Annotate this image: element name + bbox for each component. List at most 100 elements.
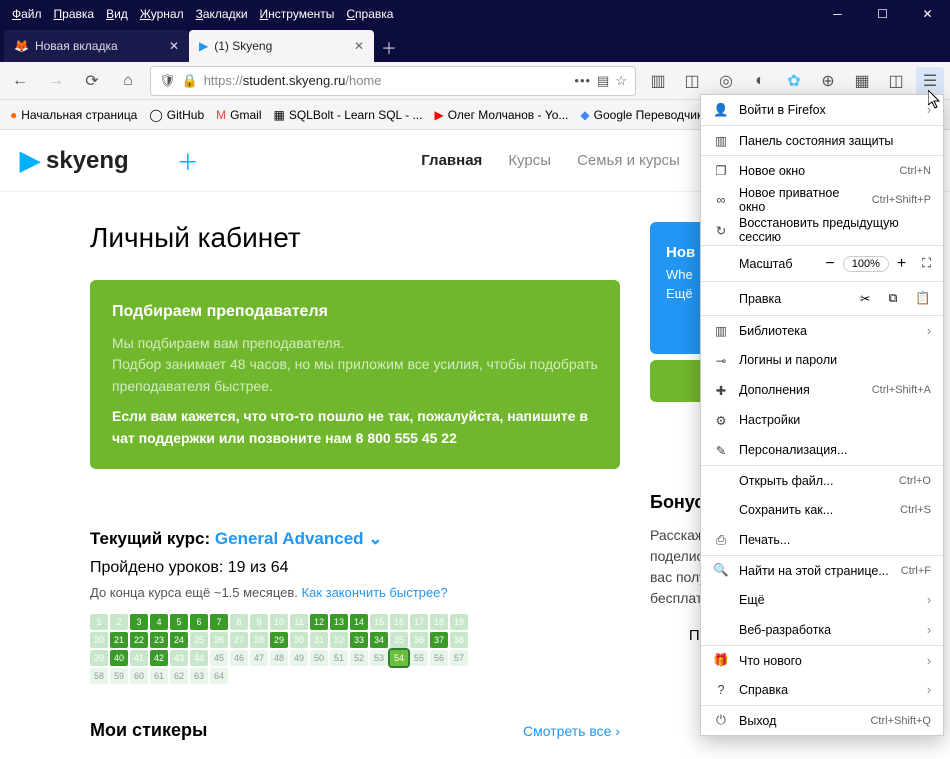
bookmark-item[interactable]: ▦SQLBolt - Learn SQL - ... <box>270 106 427 124</box>
bookmark-item[interactable]: ▶Олег Молчанов - Yo... <box>430 106 572 124</box>
ext-icon[interactable]: ◎ <box>712 67 740 95</box>
bookmark-item[interactable]: ◯GitHub <box>145 106 208 124</box>
lesson-cell[interactable]: 23 <box>150 632 168 648</box>
lesson-cell[interactable]: 12 <box>310 614 328 630</box>
ext-icon[interactable]: ▦ <box>848 67 876 95</box>
menu-settings[interactable]: ⚙ Настройки <box>701 405 943 435</box>
menu-help[interactable]: ? Справка › <box>701 675 943 705</box>
menu-item[interactable]: Правка <box>50 5 99 23</box>
lesson-cell[interactable]: 26 <box>210 632 228 648</box>
library-icon[interactable]: ▥ <box>644 67 672 95</box>
copy-icon[interactable]: ⧉ <box>888 291 897 306</box>
menu-whats-new[interactable]: 🎁 Что нового › <box>701 645 943 675</box>
lesson-cell[interactable]: 47 <box>250 650 268 666</box>
zoom-out-button[interactable]: − <box>825 255 834 273</box>
forward-button[interactable]: → <box>42 67 70 95</box>
lesson-cell[interactable]: 24 <box>170 632 188 648</box>
lesson-cell[interactable]: 19 <box>450 614 468 630</box>
lesson-cell[interactable]: 10 <box>270 614 288 630</box>
lesson-cell[interactable]: 25 <box>190 632 208 648</box>
lesson-cell[interactable]: 21 <box>110 632 128 648</box>
nav-courses[interactable]: Курсы <box>508 152 551 170</box>
menu-customize[interactable]: ✎ Персонализация... <box>701 435 943 465</box>
lesson-cell[interactable]: 18 <box>430 614 448 630</box>
menu-addons[interactable]: ✚ Дополнения Ctrl+Shift+A <box>701 375 943 405</box>
view-all-link[interactable]: Смотреть все › <box>523 723 620 739</box>
menu-library[interactable]: ▥ Библиотека › <box>701 315 943 345</box>
cut-icon[interactable]: ✂ <box>860 291 870 306</box>
lesson-cell[interactable]: 3 <box>130 614 148 630</box>
close-button[interactable]: ✕ <box>905 0 950 28</box>
new-tab-button[interactable]: ＋ <box>374 32 404 62</box>
lesson-cell[interactable]: 38 <box>450 632 468 648</box>
menu-item[interactable]: Справка <box>342 5 397 23</box>
zoom-value[interactable]: 100% <box>843 256 889 272</box>
back-button[interactable]: ← <box>6 67 34 95</box>
lesson-cell[interactable]: 33 <box>350 632 368 648</box>
lesson-cell[interactable]: 57 <box>450 650 468 666</box>
menu-signin[interactable]: 👤 Войти в Firefox › <box>701 95 943 125</box>
lesson-cell[interactable]: 8 <box>230 614 248 630</box>
lesson-cell[interactable]: 30 <box>290 632 308 648</box>
lesson-cell[interactable]: 39 <box>90 650 108 666</box>
menu-find[interactable]: 🔍 Найти на этой странице... Ctrl+F <box>701 555 943 585</box>
lesson-cell[interactable]: 63 <box>190 668 208 684</box>
bookmark-star-icon[interactable]: ☆ <box>615 73 627 89</box>
bookmark-item[interactable]: ●Начальная страница <box>6 106 141 124</box>
lesson-cell[interactable]: 1 <box>90 614 108 630</box>
menu-item[interactable]: Файл <box>8 5 46 23</box>
lesson-cell[interactable]: 9 <box>250 614 268 630</box>
lesson-cell[interactable]: 59 <box>110 668 128 684</box>
lesson-cell[interactable]: 51 <box>330 650 348 666</box>
menubar[interactable]: ФайлПравкаВидЖурналЗакладкиИнструментыСп… <box>8 5 397 23</box>
zoom-in-button[interactable]: + <box>897 255 906 273</box>
lesson-cell[interactable]: 43 <box>170 650 188 666</box>
menu-item[interactable]: Журнал <box>136 5 188 23</box>
menu-logins[interactable]: ⊸ Логины и пароли <box>701 345 943 375</box>
menu-exit[interactable]: ⏻ Выход Ctrl+Shift+Q <box>701 705 943 735</box>
lesson-cell[interactable]: 64 <box>210 668 228 684</box>
lesson-cell[interactable]: 13 <box>330 614 348 630</box>
bookmark-item[interactable]: ◆Google Переводчик <box>576 106 706 124</box>
shield-icon[interactable]: 🛡 <box>159 73 176 89</box>
lesson-cell[interactable]: 45 <box>210 650 228 666</box>
lock-icon[interactable]: 🔒 <box>182 73 198 89</box>
lesson-cell[interactable]: 41 <box>130 650 148 666</box>
lesson-cell[interactable]: 15 <box>370 614 388 630</box>
course-name-link[interactable]: General Advanced ⌄ <box>215 529 383 548</box>
lesson-cell[interactable]: 46 <box>230 650 248 666</box>
lesson-cell[interactable]: 44 <box>190 650 208 666</box>
lesson-cell[interactable]: 36 <box>410 632 428 648</box>
close-icon[interactable]: ✕ <box>169 39 179 53</box>
menu-protection[interactable]: ▥ Панель состояния защиты <box>701 125 943 155</box>
nav-main[interactable]: Главная <box>421 152 482 170</box>
menu-save-as[interactable]: Сохранить как... Ctrl+S <box>701 495 943 525</box>
lesson-cell[interactable]: 55 <box>410 650 428 666</box>
menu-new-window[interactable]: ❐ Новое окно Ctrl+N <box>701 155 943 185</box>
faster-link[interactable]: Как закончить быстрее? <box>302 585 448 600</box>
url-bar[interactable]: 🛡 🔒 https://student.skyeng.ru/home ••• ▤… <box>150 66 636 96</box>
lesson-cell[interactable]: 14 <box>350 614 368 630</box>
ext-icon[interactable]: ◐ <box>746 67 774 95</box>
lesson-cell[interactable]: 11 <box>290 614 308 630</box>
lesson-cell[interactable]: 50 <box>310 650 328 666</box>
minimize-button[interactable]: ─ <box>815 0 860 28</box>
lesson-cell[interactable]: 60 <box>130 668 148 684</box>
lesson-cell[interactable]: 27 <box>230 632 248 648</box>
lesson-cell[interactable]: 49 <box>290 650 308 666</box>
ext-icon[interactable]: ◫ <box>882 67 910 95</box>
lesson-cell[interactable]: 52 <box>350 650 368 666</box>
lesson-cell[interactable]: 4 <box>150 614 168 630</box>
lesson-cell[interactable]: 31 <box>310 632 328 648</box>
maximize-button[interactable]: ☐ <box>860 0 905 28</box>
site-logo[interactable]: ▶ skyeng <box>20 145 129 176</box>
lesson-cell[interactable]: 5 <box>170 614 188 630</box>
lesson-cell[interactable]: 42 <box>150 650 168 666</box>
lesson-cell[interactable]: 22 <box>130 632 148 648</box>
lesson-cell[interactable]: 35 <box>390 632 408 648</box>
lesson-cell[interactable]: 7 <box>210 614 228 630</box>
ext-icon[interactable]: ⊕ <box>814 67 842 95</box>
lesson-cell[interactable]: 34 <box>370 632 388 648</box>
reader-icon[interactable]: ▤ <box>597 73 609 89</box>
menu-more[interactable]: Ещё › <box>701 585 943 615</box>
